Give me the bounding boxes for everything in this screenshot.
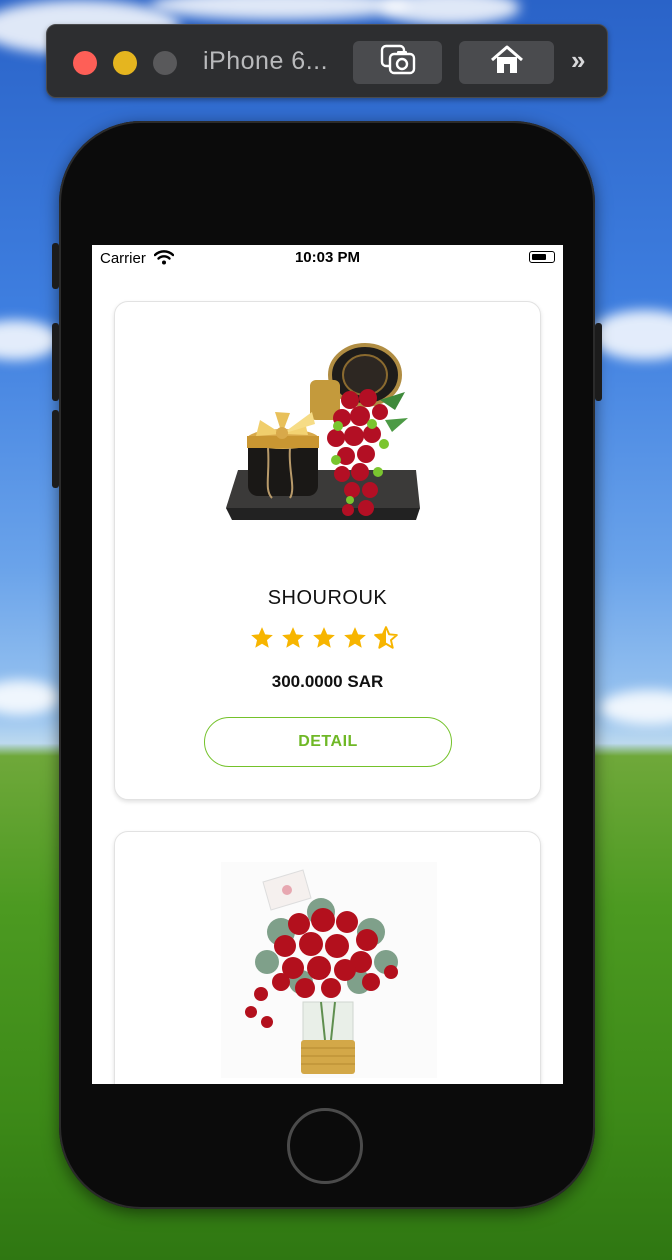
device-home-button[interactable]: [287, 1108, 363, 1184]
product-price: 300.0000 SAR: [271, 672, 384, 691]
screenshot-button[interactable]: [353, 41, 442, 84]
minimize-window-button[interactable]: [113, 51, 137, 75]
more-chevron-icon[interactable]: »: [571, 45, 586, 76]
cloud: [150, 0, 410, 20]
product-image: [220, 340, 430, 550]
cloud: [380, 0, 520, 25]
zoom-window-button[interactable]: [153, 51, 177, 75]
home-icon: [489, 44, 525, 81]
silent-switch: [52, 243, 59, 289]
star-full-icon: [249, 625, 275, 655]
cloud: [600, 690, 672, 725]
detail-button[interactable]: DETAIL: [204, 717, 452, 767]
home-button[interactable]: [459, 41, 554, 84]
simulator-toolbar: iPhone 6... »: [46, 24, 608, 98]
star-full-icon: [280, 625, 306, 655]
screenshot-icon: [378, 43, 418, 82]
status-time: 10:03 PM: [294, 249, 361, 266]
product-card[interactable]: [114, 831, 541, 1084]
product-card[interactable]: SHOUROUK 300.0000 SAR DETAIL: [114, 301, 541, 800]
status-bar: Carrier 10:03 PM: [92, 245, 563, 271]
cloud: [590, 310, 672, 360]
star-half-icon: [373, 625, 399, 655]
cloud: [0, 680, 60, 715]
volume-down-button: [52, 410, 59, 488]
star-full-icon: [311, 625, 337, 655]
close-window-button[interactable]: [73, 51, 97, 75]
product-rating: [249, 625, 409, 655]
cloud: [0, 320, 60, 360]
power-button: [595, 323, 602, 401]
window-title: iPhone 6...: [203, 47, 329, 75]
product-image: [221, 862, 437, 1078]
product-name: SHOUROUK: [267, 587, 388, 609]
battery-icon: [529, 251, 555, 263]
app-screen: Carrier 10:03 PM SHOUROUK 300.0000 SAR D…: [92, 245, 563, 1084]
volume-up-button: [52, 323, 59, 401]
star-full-icon: [342, 625, 368, 655]
